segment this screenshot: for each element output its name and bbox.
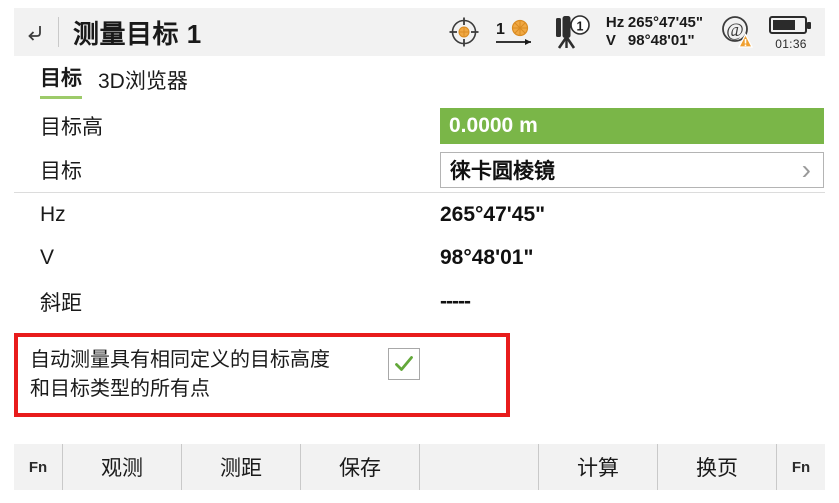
hz-readout-line: Hz 265°47'45" xyxy=(606,14,703,32)
page-title: 测量目标 1 xyxy=(73,18,202,49)
app-header: 测量目标 1 1 1 Hz 265°47'45" V 98°48'01" @ 0… xyxy=(14,8,825,56)
target-form: 目标高 0.0000 m 目标 徕卡圆棱镜 › Hz 265°47'45" V … xyxy=(14,104,825,324)
svg-text:@: @ xyxy=(726,20,744,41)
hz-value: 265°47'45" xyxy=(440,202,546,226)
form-row-target-height: 目标高 0.0000 m xyxy=(14,104,825,148)
slope-distance-value: ----- xyxy=(440,290,471,313)
target-crosshair-icon[interactable] xyxy=(447,15,481,49)
hz-readout-value: 265°47'45" xyxy=(627,14,703,32)
tab-target[interactable]: 目标 xyxy=(40,62,82,99)
fn-left-button[interactable]: Fn xyxy=(14,444,62,490)
form-row-slope-distance: 斜距 ----- xyxy=(14,280,825,324)
tab-bar: 目标 3D浏览器 xyxy=(40,62,204,99)
target-type-value: 徕卡圆棱镜 xyxy=(450,160,555,183)
bottom-toolbar: Fn 观测 测距 保存 计算 换页 Fn xyxy=(14,444,825,490)
toolbar-button-empty xyxy=(419,444,538,490)
instrument-number: 1 xyxy=(576,20,583,34)
battery-icon xyxy=(769,15,811,34)
toolbar-button-next-page[interactable]: 换页 xyxy=(657,444,776,490)
auto-measure-option-row[interactable]: 自动测量具有相同定义的目标高度 和目标类型的所有点 xyxy=(14,337,510,413)
tab-3d-viewer[interactable]: 3D浏览器 xyxy=(98,65,188,99)
auto-measure-checkbox[interactable] xyxy=(388,348,420,380)
hz-readout-label: Hz xyxy=(605,14,625,32)
instrument-tripod-icon[interactable]: 1 xyxy=(549,14,593,50)
header-status-area: 1 1 Hz 265°47'45" V 98°48'01" @ 01:36 xyxy=(442,8,825,56)
fn-right-button[interactable]: Fn xyxy=(776,444,825,490)
v-value: 98°48'01" xyxy=(440,246,534,269)
toolbar-button-distance[interactable]: 测距 xyxy=(181,444,300,490)
angle-readout: Hz 265°47'45" V 98°48'01" xyxy=(606,14,703,49)
auto-measure-text-line2: 和目标类型的所有点 xyxy=(30,378,210,400)
v-readout-label: V xyxy=(605,32,616,49)
battery-time-label: 01:36 xyxy=(775,36,807,51)
target-height-label: 目标高 xyxy=(40,116,103,139)
prism-offset-number: 1 xyxy=(496,21,505,38)
checkmark-icon xyxy=(395,356,413,371)
form-row-hz: Hz 265°47'45" xyxy=(14,192,825,236)
form-row-target-type: 目标 徕卡圆棱镜 › xyxy=(14,148,825,192)
back-button[interactable] xyxy=(14,8,58,56)
form-row-v: V 98°48'01" xyxy=(14,236,825,280)
target-type-dropdown[interactable]: 徕卡圆棱镜 › xyxy=(440,152,824,188)
toolbar-button-save[interactable]: 保存 xyxy=(300,444,419,490)
app-screen: 测量目标 1 1 1 Hz 265°47'45" V 98°48'01" @ 0… xyxy=(0,0,839,503)
v-readout-line: V 98°48'01" xyxy=(606,32,703,50)
battery-status[interactable]: 01:36 xyxy=(769,14,813,51)
toolbar-button-calculate[interactable]: 计算 xyxy=(538,444,657,490)
toolbar-button-observe[interactable]: 观测 xyxy=(62,444,181,490)
prism-offset-icon[interactable]: 1 xyxy=(491,15,539,49)
v-readout-value: 98°48'01" xyxy=(627,32,695,49)
slope-distance-label: 斜距 xyxy=(40,292,82,315)
at-sign-warning-icon[interactable]: @ xyxy=(718,14,756,50)
back-arrow-icon xyxy=(28,26,41,41)
auto-measure-option-label: 自动测量具有相同定义的目标高度 和目标类型的所有点 xyxy=(30,346,384,404)
target-height-input[interactable]: 0.0000 m xyxy=(440,108,824,144)
chevron-right-icon: › xyxy=(801,154,811,185)
v-label: V xyxy=(40,246,55,269)
hz-label: Hz xyxy=(40,202,66,226)
auto-measure-text-line1: 自动测量具有相同定义的目标高度 xyxy=(30,349,330,371)
target-type-label: 目标 xyxy=(40,160,82,183)
